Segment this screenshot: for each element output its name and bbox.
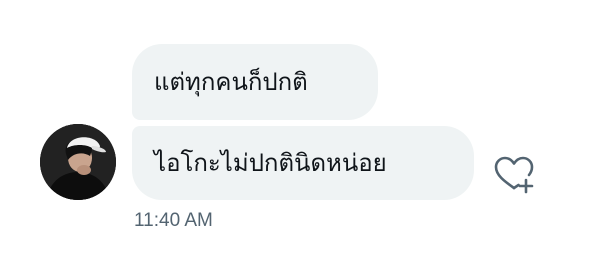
message-timestamp: 11:40 AM xyxy=(134,210,213,231)
message-text: แต่ทุกคนก็ปกติ xyxy=(154,68,308,96)
user-avatar-photo xyxy=(40,124,116,200)
message-bubble[interactable]: ไอโกะไม่ปกตินิดหน่อย xyxy=(132,126,474,200)
avatar[interactable] xyxy=(40,124,116,200)
add-reaction-button[interactable] xyxy=(490,150,538,198)
chat-thread: แต่ทุกคนก็ปกติ ไอโกะไม่ปกตินิดหน่อย 11:4… xyxy=(0,0,614,278)
message-bubble[interactable]: แต่ทุกคนก็ปกติ xyxy=(132,44,378,120)
heart-plus-icon xyxy=(494,156,534,194)
message-text: ไอโกะไม่ปกตินิดหน่อย xyxy=(154,149,387,177)
